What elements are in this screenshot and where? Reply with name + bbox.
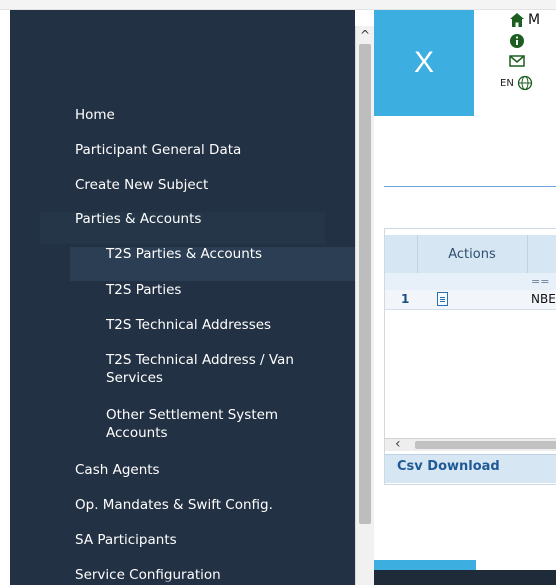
footer-bar (374, 570, 556, 585)
content-divider (384, 186, 556, 187)
actions-column-header[interactable]: Actions (417, 235, 528, 273)
globe-icon (517, 75, 533, 91)
home-icon[interactable] (500, 12, 550, 33)
scroll-up-arrow[interactable]: ^ (356, 26, 374, 44)
sidebar-bottom-fade (10, 578, 355, 585)
header-initial: M (528, 12, 541, 28)
brand-logo: X (374, 10, 474, 116)
row-number-header (385, 235, 418, 273)
horizontal-scroll-thumb[interactable] (415, 441, 556, 449)
header-icon-group: EN (500, 12, 550, 96)
info-icon[interactable] (500, 33, 550, 54)
scroll-thumb[interactable] (359, 44, 371, 524)
sidebar-item-op-mandates-swift-config[interactable]: Op. Mandates & Swift Config. (75, 496, 273, 514)
footer-accent-tab (374, 560, 476, 570)
language-code: EN (500, 78, 514, 89)
sidebar-item-t2s-parties[interactable]: T2S Parties (106, 281, 336, 299)
row-number: 1 (401, 292, 410, 306)
csv-download-bar[interactable]: Csv Download (385, 454, 556, 483)
sidebar-item-t2s-technical-address-van-services[interactable]: T2S Technical Address / Van Services (106, 351, 336, 387)
sidebar-item-t2s-parties-accounts[interactable]: T2S Parties & Accounts (106, 245, 336, 263)
scroll-left-arrow[interactable]: ‹ (395, 437, 401, 451)
grid-horizontal-scrollbar[interactable]: ‹ (385, 437, 556, 451)
mail-icon[interactable] (500, 54, 550, 75)
data-grid: Actions == 1 NBE ‹ Csv Download (384, 228, 556, 485)
sidebar-scrollbar[interactable]: ^ (355, 26, 374, 585)
language-switcher[interactable]: EN (500, 75, 550, 96)
sidebar-nav: Home Participant General Data Create New… (10, 10, 355, 585)
sidebar-item-cash-agents[interactable]: Cash Agents (75, 461, 160, 479)
sidebar-item-t2s-technical-addresses[interactable]: T2S Technical Addresses (106, 316, 336, 334)
document-icon[interactable] (437, 292, 448, 306)
grid-header-row: Actions (385, 235, 556, 274)
sidebar-item-parties-accounts[interactable]: Parties & Accounts (75, 210, 201, 228)
party-code: NBE (531, 292, 556, 306)
sidebar-item-participant-general-data[interactable]: Participant General Data (75, 141, 241, 159)
grid-filter-row[interactable]: == (385, 273, 556, 291)
sidebar-item-home[interactable]: Home (75, 106, 115, 124)
csv-download-link[interactable]: Csv Download (397, 459, 500, 474)
sidebar-item-sa-participants[interactable]: SA Participants (75, 531, 177, 549)
sidebar-item-other-settlement-system-accounts[interactable]: Other Settlement System Accounts (106, 406, 336, 442)
filter-operator[interactable]: == (531, 273, 549, 290)
window-top-edge (0, 0, 556, 10)
table-row[interactable]: 1 NBE (385, 290, 556, 310)
sidebar-item-create-new-subject[interactable]: Create New Subject (75, 176, 208, 194)
